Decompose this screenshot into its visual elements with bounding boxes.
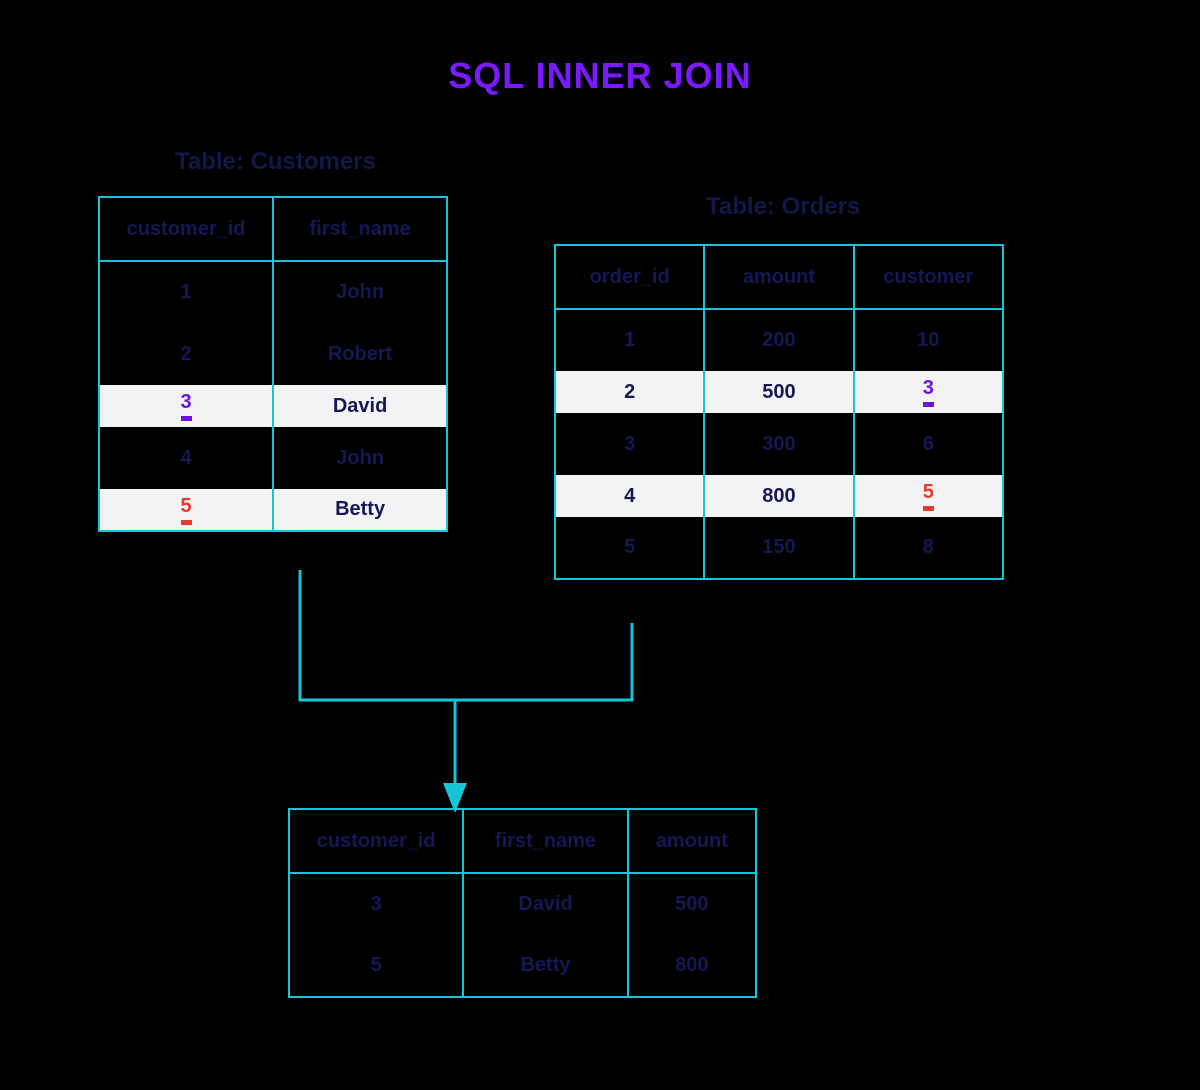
cell: Betty xyxy=(273,489,447,531)
cell: David xyxy=(463,873,627,935)
col-header: customer_id xyxy=(99,197,273,261)
col-header: amount xyxy=(628,809,756,873)
col-header: customer xyxy=(854,245,1003,309)
cell: 300 xyxy=(704,413,853,475)
cell: 4 xyxy=(99,427,273,489)
table-row: 5 150 8 xyxy=(555,517,1003,579)
table-header-row: order_id amount customer xyxy=(555,245,1003,309)
cell: 500 xyxy=(704,371,853,413)
highlighted-row-match-purple: 2 500 3 xyxy=(555,371,1003,413)
cell: David xyxy=(273,385,447,427)
cell: 5 xyxy=(854,475,1003,517)
match-key-red: 5 xyxy=(181,495,192,525)
col-header: first_name xyxy=(273,197,447,261)
col-header: first_name xyxy=(463,809,627,873)
orders-table-caption: Table: Orders xyxy=(706,193,860,221)
cell: 1 xyxy=(555,309,704,371)
table-header-row: customer_id first_name amount xyxy=(289,809,756,873)
table-row: 3 David 500 xyxy=(289,873,756,935)
cell: 5 xyxy=(99,489,273,531)
cell: 200 xyxy=(704,309,853,371)
table-row: 2 Robert xyxy=(99,323,447,385)
cell: 8 xyxy=(854,517,1003,579)
cell: 5 xyxy=(289,935,463,997)
col-header: customer_id xyxy=(289,809,463,873)
match-key-purple: 3 xyxy=(181,391,192,421)
cell: 500 xyxy=(628,873,756,935)
highlighted-row-match-red: 5 Betty xyxy=(99,489,447,531)
diagram-title: SQL INNER JOIN xyxy=(0,55,1200,97)
col-header: order_id xyxy=(555,245,704,309)
col-header: amount xyxy=(704,245,853,309)
cell: 4 xyxy=(555,475,704,517)
highlighted-row-match-purple: 3 David xyxy=(99,385,447,427)
cell: 3 xyxy=(854,371,1003,413)
cell: 800 xyxy=(628,935,756,997)
highlighted-row-match-red: 4 800 5 xyxy=(555,475,1003,517)
cell: 2 xyxy=(555,371,704,413)
table-row: 1 200 10 xyxy=(555,309,1003,371)
cell: 150 xyxy=(704,517,853,579)
customers-table-caption: Table: Customers xyxy=(175,148,376,176)
connector-right xyxy=(455,623,632,700)
cell: 800 xyxy=(704,475,853,517)
cell: 5 xyxy=(555,517,704,579)
table-row: 4 John xyxy=(99,427,447,489)
match-key-red: 5 xyxy=(923,481,934,511)
table-row: 1 John xyxy=(99,261,447,323)
cell: 10 xyxy=(854,309,1003,371)
customers-table: customer_id first_name 1 John 2 Robert 3… xyxy=(98,196,448,532)
connector-left xyxy=(300,570,455,700)
cell: 3 xyxy=(555,413,704,475)
result-table: customer_id first_name amount 3 David 50… xyxy=(288,808,757,998)
cell: 1 xyxy=(99,261,273,323)
table-row: 5 Betty 800 xyxy=(289,935,756,997)
cell: 6 xyxy=(854,413,1003,475)
cell: Betty xyxy=(463,935,627,997)
cell: 3 xyxy=(99,385,273,427)
cell: John xyxy=(273,261,447,323)
match-key-purple: 3 xyxy=(923,377,934,407)
table-header-row: customer_id first_name xyxy=(99,197,447,261)
cell: 3 xyxy=(289,873,463,935)
orders-table: order_id amount customer 1 200 10 2 500 … xyxy=(554,244,1004,580)
cell: 2 xyxy=(99,323,273,385)
cell: John xyxy=(273,427,447,489)
cell: Robert xyxy=(273,323,447,385)
table-row: 3 300 6 xyxy=(555,413,1003,475)
